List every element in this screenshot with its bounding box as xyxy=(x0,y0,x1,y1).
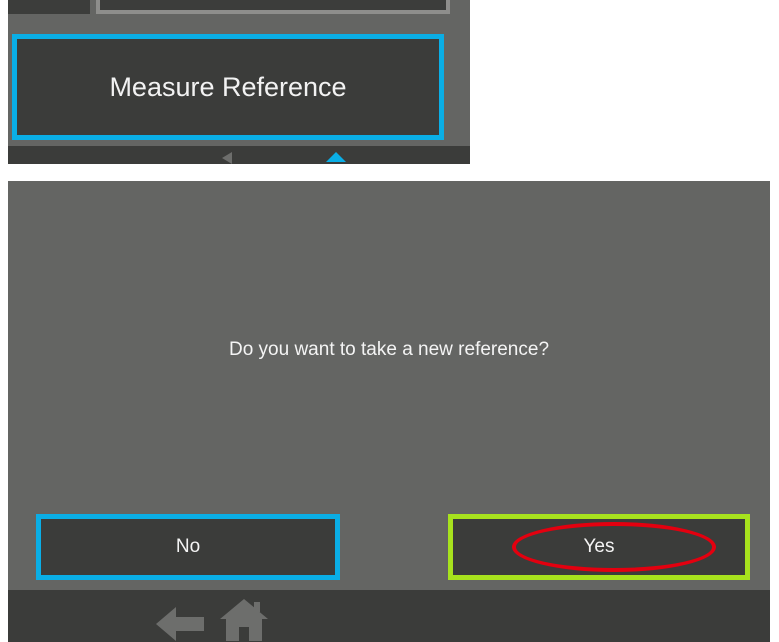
measure-reference-button[interactable]: Measure Reference xyxy=(12,34,444,140)
top-screen-crop: Measure Reference xyxy=(8,0,470,164)
dialog-prompt: Do you want to take a new reference? xyxy=(228,339,550,360)
measure-reference-label: Measure Reference xyxy=(109,71,347,102)
yes-button[interactable]: Yes xyxy=(448,514,750,580)
no-button[interactable]: No xyxy=(36,514,340,580)
menu-tile-partial-left[interactable] xyxy=(8,0,90,14)
bottom-nav-bar xyxy=(8,590,770,642)
menu-tile-partial-right[interactable] xyxy=(96,0,450,14)
no-button-label: No xyxy=(175,536,201,557)
home-icon[interactable] xyxy=(326,152,346,162)
yes-button-label: Yes xyxy=(583,536,615,557)
arrow-left-icon[interactable] xyxy=(222,152,232,164)
confirm-dialog-screen: Do you want to take a new reference? No … xyxy=(8,181,770,642)
arrow-left-icon[interactable] xyxy=(156,607,204,641)
nav-bar-partial xyxy=(8,146,470,164)
home-icon[interactable] xyxy=(220,599,268,641)
